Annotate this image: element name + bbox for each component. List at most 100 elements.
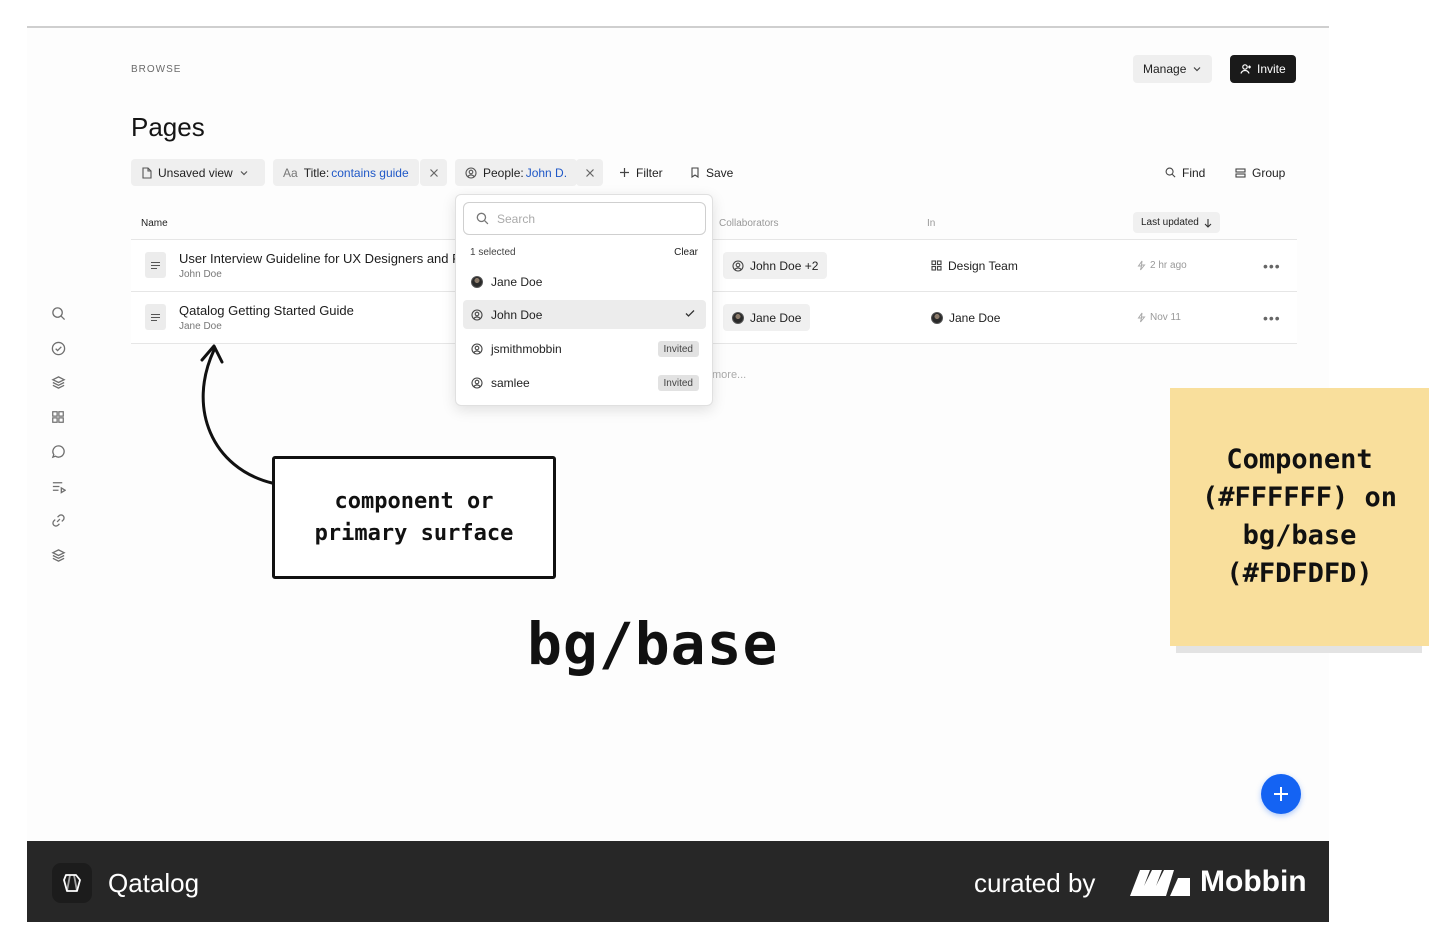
search-input[interactable] <box>497 211 677 226</box>
sticky-line-4: (#FDFDFD) <box>1226 558 1373 589</box>
more-link[interactable]: more... <box>712 369 746 381</box>
invite-button[interactable]: Invite <box>1230 55 1296 83</box>
group-icon <box>1235 167 1246 178</box>
updated-label: 2 hr ago <box>1150 260 1187 271</box>
updated-cell: Nov 11 <box>1137 304 1181 331</box>
document-icon <box>142 166 152 179</box>
search-icon[interactable] <box>47 302 69 324</box>
clear-button[interactable]: Clear <box>674 247 698 258</box>
save-view-button[interactable]: Save <box>690 159 733 186</box>
people-filter-value: John D. <box>525 165 568 180</box>
close-icon <box>429 168 438 177</box>
option-samlee[interactable]: samlee Invited <box>463 368 706 397</box>
page-icon <box>145 252 166 278</box>
find-button[interactable]: Find <box>1165 159 1205 186</box>
collaborators-chip[interactable]: John Doe +2 <box>723 252 828 279</box>
status-badge: Invited <box>657 375 699 391</box>
text-type-icon: Aa <box>283 165 298 180</box>
option-john-doe[interactable]: John Doe <box>463 300 706 329</box>
grid-icon <box>931 260 942 271</box>
column-header-collaborators[interactable]: Collaborators <box>719 208 778 239</box>
people-filter-chip[interactable]: People: John D. <box>455 159 578 186</box>
playlist-icon[interactable] <box>47 475 69 497</box>
column-header-in[interactable]: In <box>927 208 935 239</box>
link-icon[interactable] <box>47 509 69 531</box>
option-label: John Doe <box>491 307 543 322</box>
in-cell[interactable]: Jane Doe <box>931 304 1000 331</box>
row-title[interactable]: Qatalog Getting Started Guide <box>179 303 459 318</box>
bg-base-label: bg/base <box>527 610 779 678</box>
user-circle-icon <box>471 342 483 355</box>
user-circle-icon <box>471 308 483 321</box>
callout-line-2: primary surface <box>314 520 514 546</box>
option-label: jsmithmobbin <box>491 341 562 356</box>
table-row[interactable]: User Interview Guideline for UX Designer… <box>131 239 1297 291</box>
in-cell[interactable]: Design Team <box>931 252 1018 279</box>
people-filter-label: People: <box>483 165 524 180</box>
remove-title-filter-button[interactable] <box>420 159 447 186</box>
add-fab-button[interactable] <box>1261 774 1301 814</box>
user-circle-icon <box>465 166 477 179</box>
table-row[interactable]: Qatalog Getting Started Guide Jane Doe J… <box>131 291 1297 344</box>
collaborators-chip[interactable]: Jane Doe <box>723 304 811 331</box>
row-title[interactable]: User Interview Guideline for UX Designer… <box>179 251 459 266</box>
callout-line-1: component or <box>334 488 494 514</box>
row-author: Jane Doe <box>179 321 222 332</box>
plus-icon <box>1274 787 1288 801</box>
people-search <box>463 202 706 235</box>
in-label: Jane Doe <box>949 310 1001 325</box>
brand-name: Mobbin <box>1200 865 1307 898</box>
updated-label: Nov 11 <box>1150 312 1181 323</box>
manage-button[interactable]: Manage <box>1133 55 1213 83</box>
option-label: Jane Doe <box>491 274 543 289</box>
group-button[interactable]: Group <box>1235 159 1285 186</box>
remove-people-filter-button[interactable] <box>576 159 603 186</box>
add-filter-button[interactable]: Filter <box>619 159 663 186</box>
page-icon <box>145 304 166 330</box>
option-jsmithmobbin[interactable]: jsmithmobbin Invited <box>463 334 706 363</box>
title-filter-label: Title: <box>303 165 330 180</box>
option-label: samlee <box>491 375 530 390</box>
grid-icon[interactable] <box>47 406 69 428</box>
view-selector[interactable]: Unsaved view <box>131 159 265 186</box>
view-label: Unsaved view <box>158 165 233 180</box>
curated-by-label: curated by <box>974 868 1096 898</box>
page-title: Pages <box>131 112 205 142</box>
user-circle-icon <box>471 376 483 389</box>
row-author: John Doe <box>179 269 222 280</box>
check-circle-icon[interactable] <box>47 337 69 359</box>
avatar <box>732 311 744 324</box>
column-header-name[interactable]: Name <box>141 208 168 239</box>
status-badge: Invited <box>657 341 699 357</box>
chat-bubble-icon[interactable] <box>47 440 69 462</box>
close-icon <box>585 168 594 177</box>
save-label: Save <box>706 165 734 180</box>
in-label: Design Team <box>948 258 1018 273</box>
annotation-arrow <box>200 344 274 485</box>
updated-cell: 2 hr ago <box>1137 252 1187 279</box>
breadcrumb: BROWSE <box>131 64 182 75</box>
invite-label: Invite <box>1257 62 1286 76</box>
option-jane-doe[interactable]: Jane Doe <box>463 267 706 296</box>
collaborators-label: Jane Doe <box>750 310 802 325</box>
lightning-icon <box>1137 312 1146 323</box>
selected-count: 1 selected <box>470 247 516 258</box>
stack-icon[interactable] <box>47 544 69 566</box>
sticky-line-2: (#FFFFFF) on <box>1201 482 1398 513</box>
user-circle-icon <box>732 259 744 272</box>
arrow-down-icon <box>1204 218 1212 228</box>
bookmark-icon <box>691 167 699 178</box>
more-options-icon[interactable]: ••• <box>1263 252 1281 279</box>
sticky-note: Component (#FFFFFF) on bg/base (#FDFDFD) <box>1170 388 1429 646</box>
last-updated-label: Last updated <box>1141 217 1199 228</box>
annotation-callout: component or primary surface <box>272 456 556 579</box>
plus-icon <box>620 168 629 177</box>
avatar <box>931 311 943 324</box>
find-label: Find <box>1182 165 1206 180</box>
footer-bar: Qatalog curated by Mobbin <box>27 841 1329 922</box>
title-filter-value: contains guide <box>331 165 409 180</box>
column-header-last-updated[interactable]: Last updated <box>1133 212 1220 233</box>
layers-icon[interactable] <box>47 371 69 393</box>
more-options-icon[interactable]: ••• <box>1263 304 1281 331</box>
title-filter-chip[interactable]: Aa Title: contains guide <box>273 159 419 186</box>
